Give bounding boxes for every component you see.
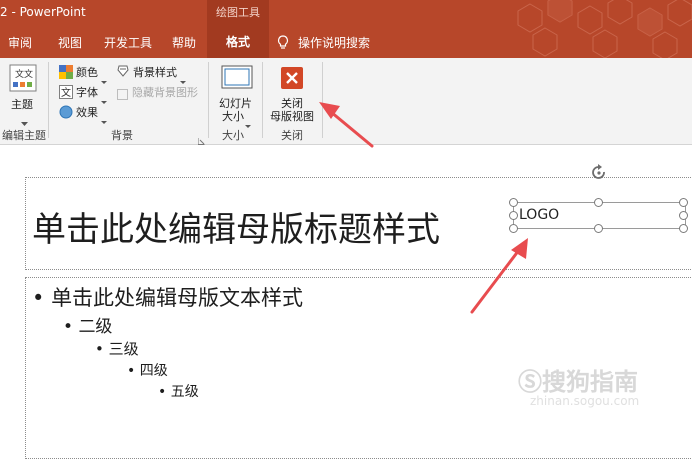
resize-handle[interactable] — [679, 211, 688, 220]
slide-size-icon[interactable] — [221, 63, 253, 95]
effects-button[interactable]: 效果 — [76, 104, 98, 120]
decorative-hex-pattern — [517, 0, 692, 58]
tab-format[interactable]: 格式 — [207, 26, 269, 58]
group-separator — [208, 62, 209, 138]
text-level-4-label: 四级 — [139, 363, 168, 379]
group-separator — [322, 62, 323, 138]
fonts-icon: 文 — [59, 84, 73, 103]
ribbon: 文文 主题 编辑主题 颜色 文 字体 效果 背景样式 隐藏背景图形 背景 幻灯片… — [0, 58, 692, 145]
group-label-edit-theme: 编辑主题 — [2, 129, 46, 142]
resize-handle[interactable] — [509, 198, 518, 207]
watermark-url: zhinan.sogou.com — [530, 394, 640, 408]
resize-handle[interactable] — [509, 211, 518, 220]
text-level-5-label: 五级 — [170, 384, 199, 400]
resize-handle[interactable] — [594, 198, 603, 207]
group-separator — [262, 62, 263, 138]
text-level-1[interactable]: • 单击此处编辑母版文本样式 — [32, 282, 303, 312]
group-label-background: 背景 — [111, 129, 133, 142]
group-label-size: 大小 — [222, 129, 244, 142]
lightbulb-icon[interactable] — [277, 35, 289, 54]
background-styles-button[interactable]: 背景样式 — [133, 64, 177, 80]
title-placeholder-text[interactable]: 单击此处编辑母版标题样式 — [32, 202, 440, 251]
text-level-2[interactable]: • 二级 — [63, 312, 112, 337]
svg-text:文: 文 — [15, 68, 24, 80]
chevron-down-icon — [245, 114, 251, 133]
group-separator — [48, 62, 49, 138]
context-tab-group: 绘图工具 — [207, 0, 269, 26]
text-level-4[interactable]: • 四级 — [127, 360, 168, 380]
watermark-main: 搜狗指南 — [542, 368, 638, 396]
colors-icon — [59, 64, 73, 83]
watermark-text: Ⓢ搜狗指南 — [518, 368, 638, 396]
background-styles-icon — [116, 63, 130, 82]
resize-handle[interactable] — [679, 198, 688, 207]
close-icon[interactable] — [281, 67, 303, 93]
text-level-1-label: 单击此处编辑母版文本样式 — [51, 286, 304, 310]
hide-background-label: 隐藏背景图形 — [132, 86, 198, 99]
fonts-button[interactable]: 字体 — [76, 84, 98, 100]
slide-size-button-line2[interactable]: 大小 — [222, 108, 244, 124]
logo-text[interactable]: LOGO — [519, 207, 559, 223]
window-title: 2 - PowerPoint — [0, 5, 86, 19]
hide-background-checkbox[interactable] — [117, 85, 128, 104]
text-level-3-label: 三级 — [108, 340, 139, 358]
text-level-5[interactable]: • 五级 — [158, 381, 199, 401]
chevron-down-icon — [101, 70, 107, 89]
effects-icon — [59, 104, 73, 123]
theme-icon[interactable]: 文文 — [9, 64, 37, 96]
rotate-handle-icon[interactable] — [589, 163, 609, 187]
theme-button[interactable]: 主题 — [11, 96, 33, 112]
svg-text:文: 文 — [61, 86, 71, 99]
text-level-2-label: 二级 — [78, 317, 113, 337]
colors-button[interactable]: 颜色 — [76, 64, 98, 80]
resize-handle[interactable] — [509, 224, 518, 233]
close-master-view-button-line2[interactable]: 母版视图 — [270, 108, 314, 124]
svg-text:文: 文 — [24, 68, 33, 80]
tab-developer[interactable]: 开发工具 — [104, 34, 152, 51]
group-label-close: 关闭 — [281, 129, 303, 142]
resize-handle[interactable] — [679, 224, 688, 233]
chevron-down-icon — [101, 90, 107, 109]
tab-review[interactable]: 审阅 — [8, 34, 32, 51]
chevron-down-icon — [101, 110, 107, 129]
resize-handle[interactable] — [594, 224, 603, 233]
tab-view[interactable]: 视图 — [58, 34, 82, 51]
text-level-3[interactable]: • 三级 — [95, 338, 139, 359]
tell-me-search[interactable]: 操作说明搜索 — [298, 34, 370, 51]
tab-help[interactable]: 帮助 — [172, 34, 196, 51]
